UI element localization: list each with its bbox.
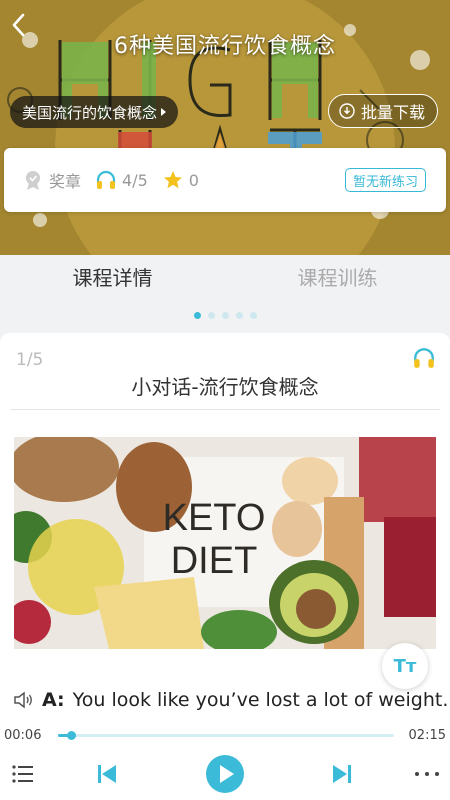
- text-size-button[interactable]: Tт: [382, 643, 428, 689]
- page-title: 6种美国流行饮食概念: [114, 34, 336, 59]
- medal-icon: [26, 171, 40, 190]
- image-text-keto: KETO: [163, 497, 266, 539]
- audio-player: 00:06 02:15: [0, 723, 450, 800]
- speaker-label: A:: [42, 689, 65, 711]
- pager-dot: [193, 312, 201, 319]
- caret-right-icon: [161, 108, 167, 116]
- pager-dot: [221, 312, 229, 319]
- progress-knob[interactable]: [67, 731, 77, 740]
- more-icon[interactable]: [414, 770, 440, 778]
- star-icon: [163, 171, 182, 189]
- elapsed-time: 00:06: [4, 728, 42, 743]
- pager-dots: [0, 312, 450, 319]
- list-icon[interactable]: [12, 764, 34, 784]
- tab-course-details[interactable]: 课程详情: [0, 255, 225, 305]
- dialog-title: 小对话-流行饮食概念: [131, 375, 319, 399]
- progress-track[interactable]: [58, 731, 394, 740]
- speaker-icon[interactable]: [12, 689, 34, 711]
- stars-value: 0: [188, 170, 199, 190]
- listen-progress-stat: 4/5: [95, 169, 148, 191]
- tab-course-training[interactable]: 课程训练: [225, 255, 450, 305]
- listen-progress-value: 4/5: [122, 170, 148, 190]
- headphones-icon[interactable]: [412, 346, 436, 370]
- divider: [10, 409, 440, 410]
- headphones-icon: [96, 170, 116, 189]
- prev-icon[interactable]: [96, 763, 118, 785]
- next-icon[interactable]: [331, 763, 353, 785]
- medal-stat: 奖章: [22, 168, 81, 192]
- text-size-icon: Tт: [393, 655, 417, 677]
- keto-diet-illustration: KETO DIET: [14, 437, 436, 649]
- practice-badge[interactable]: 暂无新练习: [344, 168, 426, 192]
- pager-dot: [249, 312, 257, 319]
- batch-download-button[interactable]: 批量下载: [327, 94, 438, 128]
- header-banner: 6种美国流行饮食概念 美国流行的饮食概念 批量下载: [0, 0, 450, 255]
- stats-card: 奖章 4/5 0 暂无新练习: [4, 148, 446, 212]
- dialog-pager: 1/5: [16, 350, 44, 370]
- tab-bar: 课程详情 课程训练: [0, 255, 450, 305]
- dialog-sentence[interactable]: A: You look like you’ve lost a lot of we…: [12, 689, 448, 711]
- batch-download-label: 批量下载: [360, 103, 425, 122]
- course-selector[interactable]: 美国流行的饮食概念: [10, 96, 179, 128]
- sentence-text: You look like you’ve lost a lot of weigh…: [72, 689, 449, 711]
- total-time: 02:15: [408, 728, 446, 743]
- medal-label: 奖章: [49, 172, 82, 191]
- pager-dot: [207, 312, 215, 319]
- image-text-diet: DIET: [171, 540, 258, 582]
- dialog-card: 1/5 小对话-流行饮食概念 KETO DIET Tт A: You look …: [0, 333, 450, 723]
- play-icon[interactable]: [205, 754, 245, 794]
- stars-stat: 0: [162, 169, 199, 191]
- download-icon: [339, 103, 355, 119]
- pager-dot: [235, 312, 243, 319]
- course-selector-label: 美国流行的饮食概念: [22, 103, 158, 122]
- keto-diet-image: KETO DIET: [14, 437, 436, 649]
